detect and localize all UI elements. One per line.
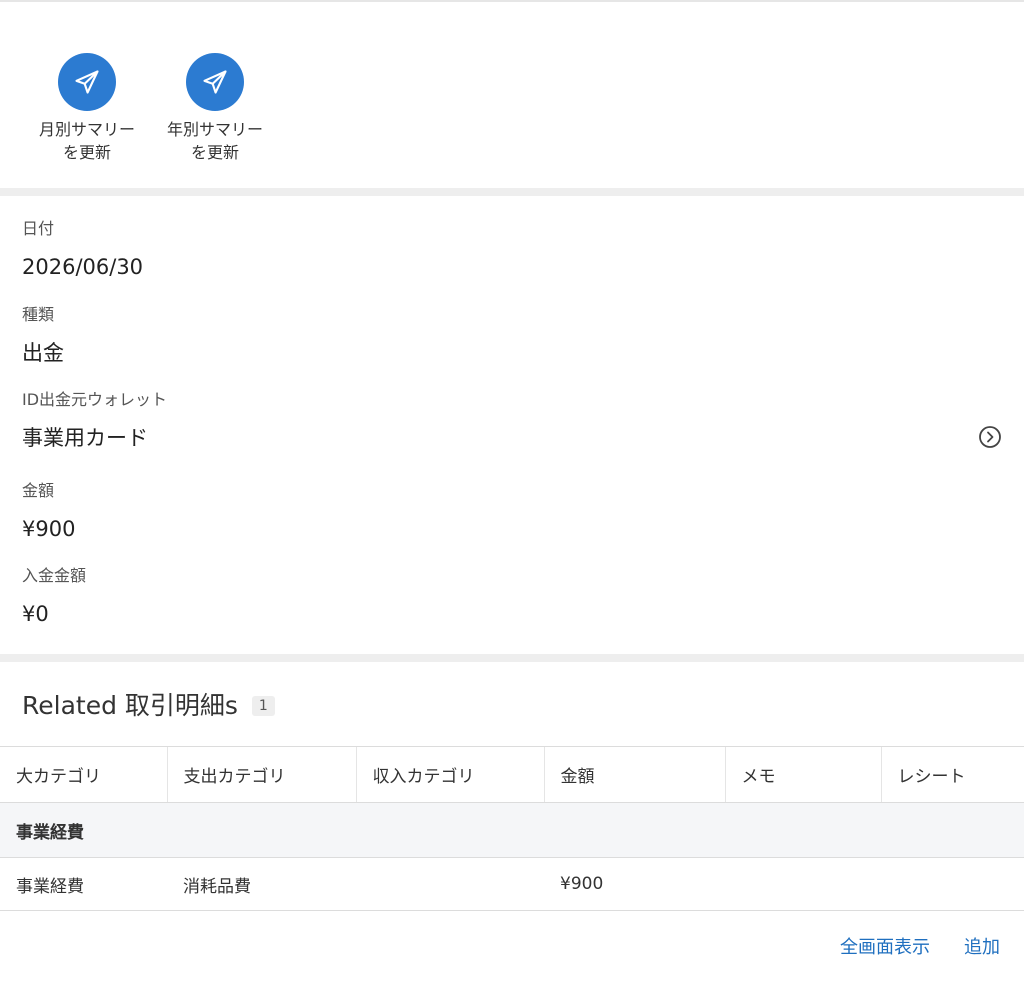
- related-footer: 全画面表示 追加: [0, 911, 1024, 959]
- column-header[interactable]: 収入カテゴリ: [355, 746, 544, 803]
- table-header-row: 大カテゴリ 支出カテゴリ 収入カテゴリ 金額 メモ レシート: [0, 746, 1024, 803]
- section-divider: [0, 188, 1024, 196]
- field-value: ¥0: [22, 602, 49, 626]
- column-header[interactable]: 金額: [543, 746, 725, 803]
- update-monthly-summary-button[interactable]: 月別サマリー を更新: [22, 53, 152, 164]
- table-cell: [881, 857, 1024, 911]
- field-value: 2026/06/30: [22, 255, 144, 279]
- field-date: 日付 2026/06/30: [22, 218, 1002, 280]
- update-yearly-summary-label: 年別サマリー を更新: [166, 120, 263, 162]
- related-title[interactable]: Related 取引明細s: [22, 686, 238, 722]
- field-type: 種類 出金: [22, 304, 1002, 366]
- field-label: 日付: [22, 219, 55, 238]
- column-header[interactable]: レシート: [880, 746, 1024, 803]
- table-cell: [356, 857, 544, 911]
- field-wallet: ID出金元ウォレット 事業用カード: [22, 389, 1002, 451]
- field-label: 金額: [22, 481, 55, 500]
- update-yearly-summary-button[interactable]: 年別サマリー を更新: [150, 53, 280, 164]
- update-monthly-summary-label: 月別サマリー を更新: [38, 120, 135, 162]
- group-label: 事業経費: [0, 802, 1024, 858]
- column-header[interactable]: 大カテゴリ: [0, 746, 167, 803]
- section-divider: [0, 654, 1024, 662]
- related-list: Related 取引明細s 1 大カテゴリ 支出カテゴリ 収入カテゴリ 金額 メ…: [0, 662, 1024, 959]
- field-label: 入金金額: [22, 566, 87, 585]
- paper-plane-icon: [58, 53, 116, 111]
- field-value: ¥900: [22, 517, 76, 541]
- field-deposit-amount: 入金金額 ¥0: [22, 565, 1002, 627]
- related-header: Related 取引明細s 1: [0, 662, 1024, 746]
- record-detail: 日付 2026/06/30 種類 出金 ID出金元ウォレット 事業用カード 金額…: [0, 196, 1024, 654]
- wallet-link[interactable]: 事業用カード: [22, 425, 1002, 451]
- view-all-link[interactable]: 全画面表示: [840, 933, 930, 959]
- table-cell: ¥900: [544, 857, 725, 911]
- field-label: ID出金元ウォレット: [22, 390, 168, 409]
- related-table: 大カテゴリ 支出カテゴリ 収入カテゴリ 金額 メモ レシート 事業経費 事業経費…: [0, 746, 1024, 911]
- table-row[interactable]: 事業経費 消耗品費 ¥900: [0, 857, 1024, 911]
- group-row: 事業経費: [0, 802, 1024, 858]
- paper-plane-icon: [186, 53, 244, 111]
- table-cell: 消耗品費: [167, 857, 356, 911]
- chevron-right-circle-icon[interactable]: [978, 425, 1002, 453]
- column-header[interactable]: 支出カテゴリ: [166, 746, 356, 803]
- add-link[interactable]: 追加: [964, 933, 1000, 959]
- count-badge: 1: [251, 695, 275, 716]
- field-label: 種類: [22, 305, 55, 324]
- column-header[interactable]: メモ: [724, 746, 881, 803]
- table-cell: 事業経費: [0, 857, 167, 911]
- action-bar: 月別サマリー を更新 年別サマリー を更新: [0, 2, 1024, 188]
- field-value: 出金: [22, 341, 64, 365]
- table-cell: [725, 857, 881, 911]
- field-amount: 金額 ¥900: [22, 480, 1002, 542]
